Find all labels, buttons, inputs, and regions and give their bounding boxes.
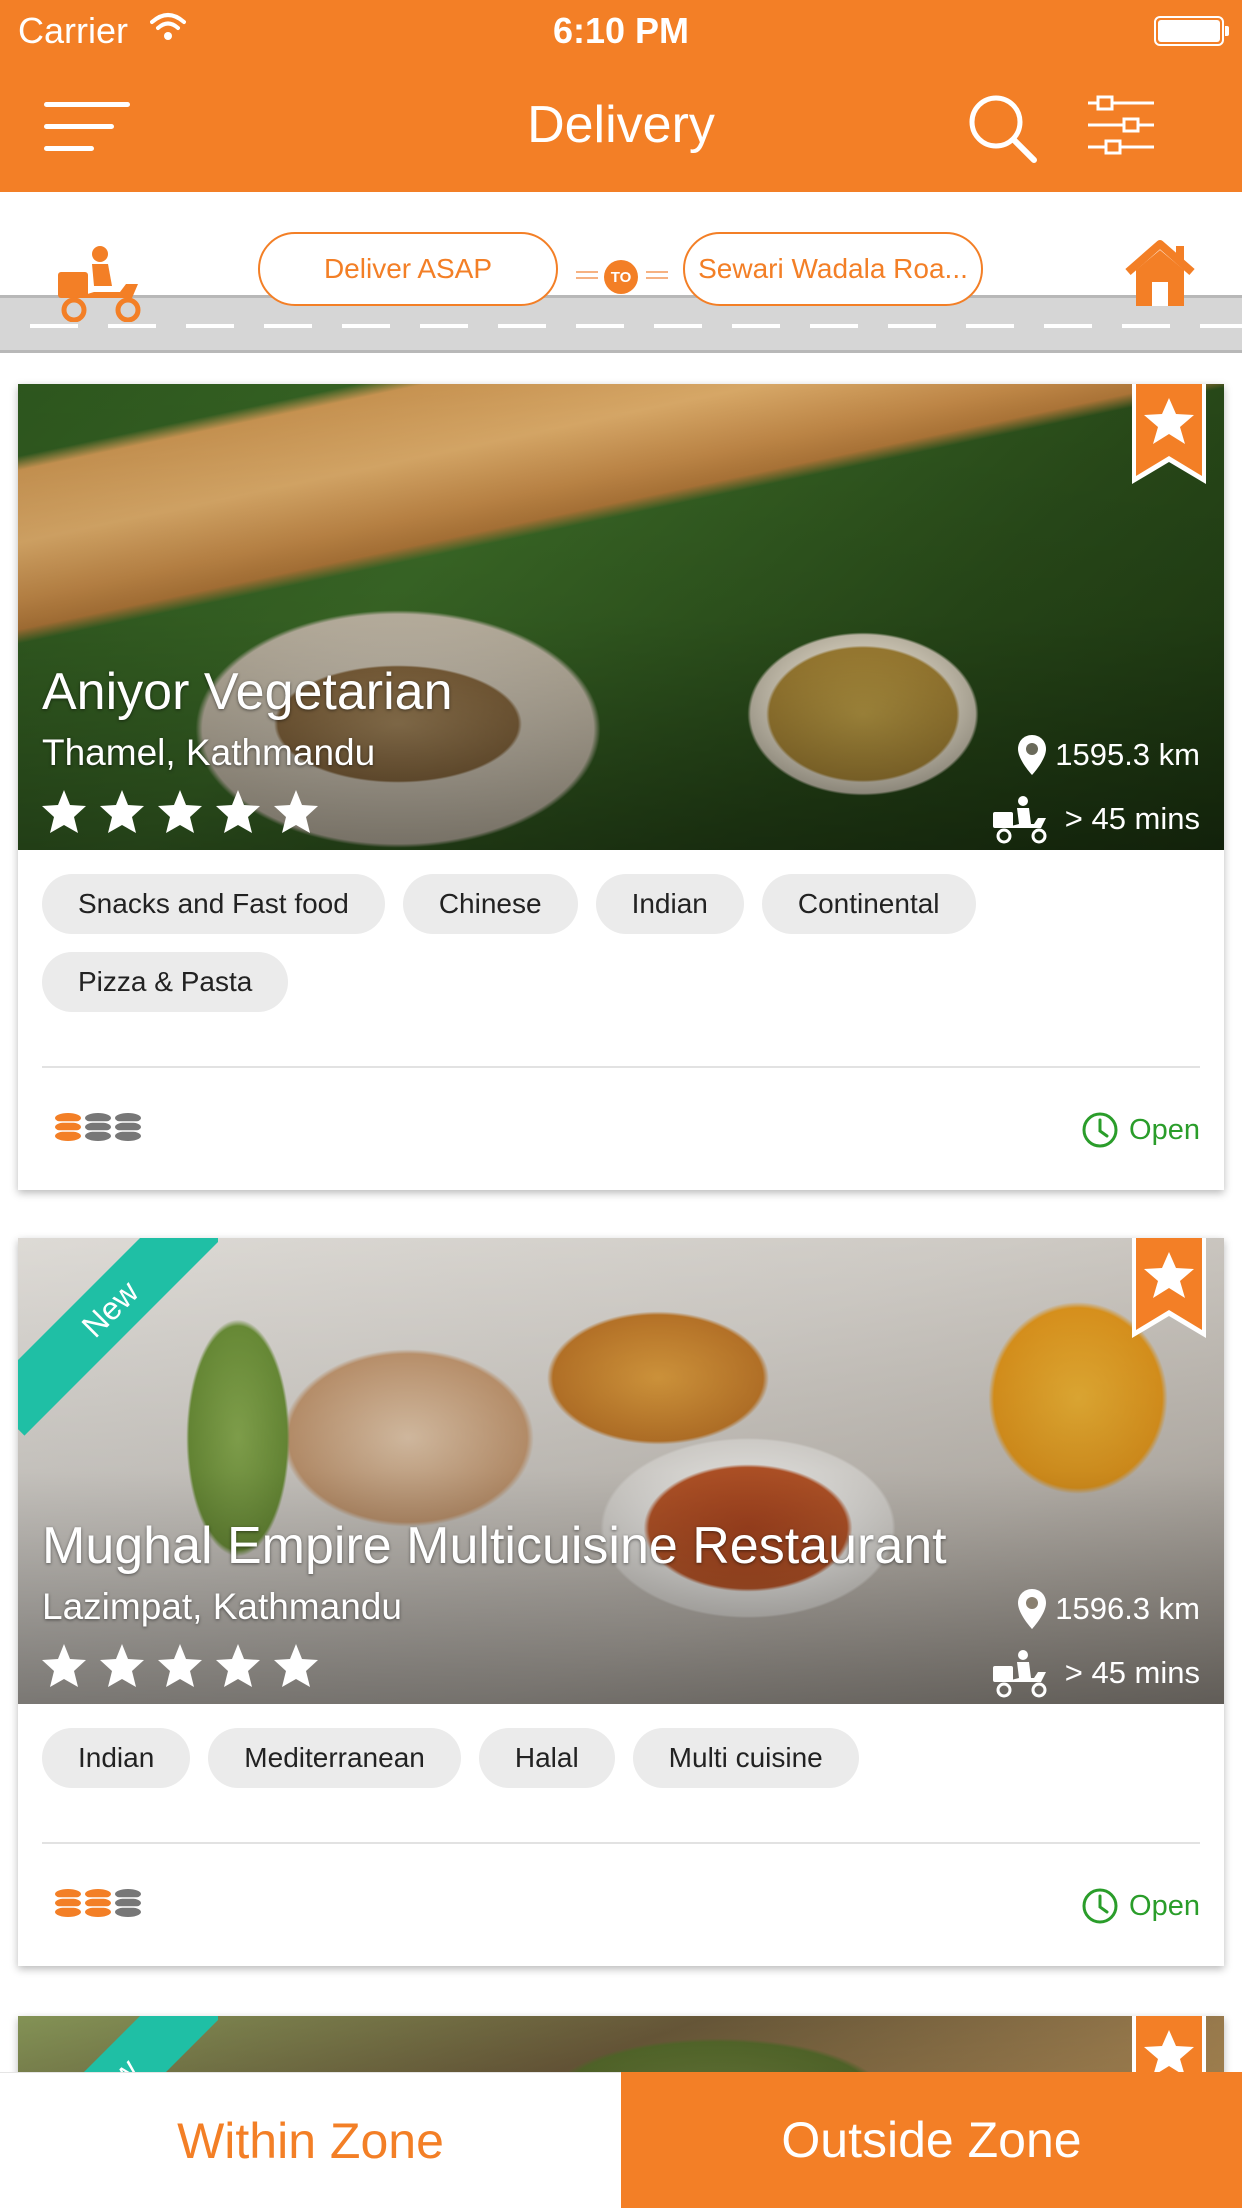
star-icon xyxy=(274,790,318,833)
rating-stars xyxy=(40,788,320,838)
deliver-time-button[interactable]: Deliver ASAP xyxy=(258,232,558,306)
cuisine-tag[interactable]: Indian xyxy=(595,874,744,934)
filter-icon[interactable] xyxy=(1088,95,1154,157)
restaurant-location: Thamel, Kathmandu xyxy=(42,732,376,773)
star-icon xyxy=(158,1644,202,1687)
delivery-scooter-icon xyxy=(992,1650,1047,1698)
star-icon xyxy=(42,1644,86,1687)
rating-stars xyxy=(40,1642,320,1692)
cuisine-tag[interactable]: Chinese xyxy=(402,874,578,934)
open-status: Open xyxy=(1081,1887,1200,1925)
clock-icon xyxy=(1082,1888,1118,1924)
location-pin-icon xyxy=(1018,1589,1047,1629)
location-pin-icon xyxy=(1018,735,1047,775)
bookmark-star-icon[interactable] xyxy=(1132,1238,1206,1338)
to-connector: TO xyxy=(572,260,672,294)
home-icon xyxy=(1125,240,1195,306)
image-shade xyxy=(18,384,1224,850)
new-ribbon: New xyxy=(18,1238,218,1438)
star-icon xyxy=(42,790,86,833)
star-icon xyxy=(100,790,144,833)
cuisine-tag[interactable]: Indian xyxy=(42,1728,191,1788)
restaurant-name: Aniyor Vegetarian xyxy=(42,663,453,721)
card-divider xyxy=(42,1066,1200,1068)
star-icon xyxy=(158,790,202,833)
cuisine-tag[interactable]: Pizza & Pasta xyxy=(42,952,289,1012)
delivery-scooter-icon xyxy=(58,246,141,322)
status-bar: Carrier 6:10 PM xyxy=(0,0,1242,62)
distance-value: 1596.3 km xyxy=(1055,1591,1200,1626)
delivery-eta: > 45 mins xyxy=(991,1648,1200,1698)
open-status: Open xyxy=(1081,1111,1200,1149)
restaurant-name: Mughal Empire Multicuisine Restaurant xyxy=(42,1517,947,1575)
road-dash xyxy=(30,324,1242,328)
restaurant-distance: 1596.3 km xyxy=(1017,1588,1200,1630)
battery-icon xyxy=(1154,16,1229,46)
eta-value: > 45 mins xyxy=(1064,1655,1200,1690)
cuisine-tag[interactable]: Multi cuisine xyxy=(632,1728,859,1788)
restaurant-image: New Mughal Empire Multicuisine Restauran… xyxy=(18,1238,1224,1704)
status-time: 6:10 PM xyxy=(552,10,690,51)
star-icon xyxy=(216,1644,260,1687)
cuisine-tag[interactable]: Halal xyxy=(478,1728,615,1788)
cuisine-tag[interactable]: Continental xyxy=(761,874,976,934)
restaurant-image: Aniyor Vegetarian Thamel, Kathmandu 1595… xyxy=(18,384,1224,850)
restaurant-card[interactable]: Aniyor Vegetarian Thamel, Kathmandu 1595… xyxy=(18,384,1224,1190)
eta-value: > 45 mins xyxy=(1064,801,1200,836)
price-level-icon xyxy=(55,1889,141,1917)
clock-icon xyxy=(1082,1112,1118,1148)
bookmark-star-icon[interactable] xyxy=(1132,384,1206,484)
cuisine-tag[interactable]: Snacks and Fast food xyxy=(42,874,385,934)
connector-line xyxy=(576,271,598,279)
delivery-eta: > 45 mins xyxy=(991,794,1200,844)
restaurant-card[interactable]: New Mughal Empire Multicuisine Restauran… xyxy=(18,1238,1224,1966)
zone-tab-bar: Within Zone Outside Zone xyxy=(0,2072,1242,2208)
delivery-scooter-icon xyxy=(992,796,1047,844)
navigation-bar: Carrier 6:10 PM Delivery xyxy=(0,0,1242,192)
cuisine-tags: Indian Mediterranean Halal Multi cuisine xyxy=(42,1728,1200,1788)
star-icon xyxy=(100,1644,144,1687)
page-title: Delivery xyxy=(527,96,715,154)
price-level-icon xyxy=(55,1113,141,1141)
card-divider xyxy=(42,1842,1200,1844)
new-ribbon-label: New xyxy=(18,1238,218,1436)
delivery-strip: Deliver ASAP TO Sewari Wadala Roa... xyxy=(0,192,1242,382)
restaurant-location: Lazimpat, Kathmandu xyxy=(42,1586,402,1627)
connector-line xyxy=(646,271,668,279)
star-icon xyxy=(274,1644,318,1687)
tab-outside-zone[interactable]: Outside Zone xyxy=(621,2072,1242,2208)
distance-value: 1595.3 km xyxy=(1055,737,1200,772)
star-icon xyxy=(216,790,260,833)
tab-within-zone[interactable]: Within Zone xyxy=(0,2072,621,2208)
road-decoration xyxy=(0,295,1242,353)
delivery-address-label: Sewari Wadala Roa... xyxy=(698,253,968,284)
to-badge: TO xyxy=(604,260,638,294)
restaurant-distance: 1595.3 km xyxy=(1017,734,1200,776)
cuisine-tag[interactable]: Mediterranean xyxy=(208,1728,461,1788)
open-status-label: Open xyxy=(1129,1889,1200,1922)
delivery-address-button[interactable]: Sewari Wadala Roa... xyxy=(683,232,983,306)
search-icon[interactable] xyxy=(966,92,1038,164)
open-status-label: Open xyxy=(1129,1113,1200,1146)
cuisine-tags: Snacks and Fast food Chinese Indian Cont… xyxy=(42,874,1200,1012)
